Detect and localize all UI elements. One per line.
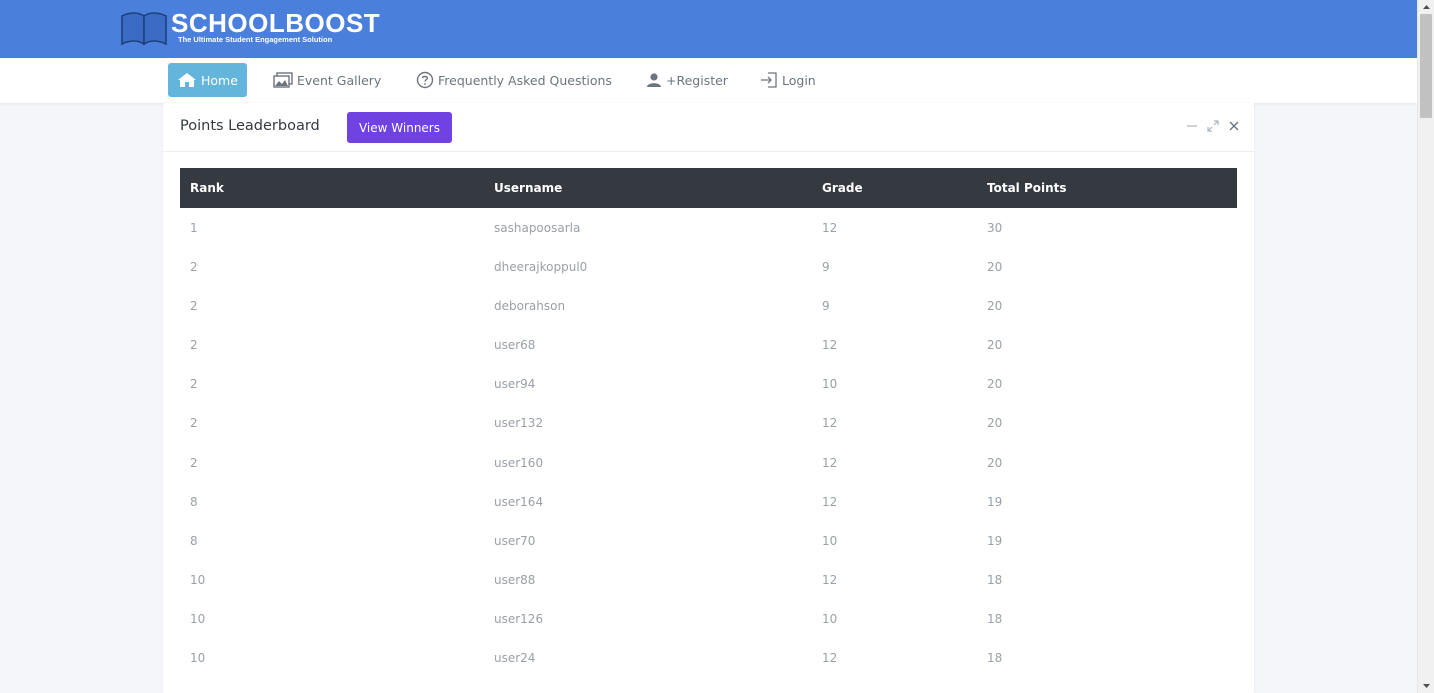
cell-rank: 2 xyxy=(190,299,198,314)
cell-rank: 1 xyxy=(190,221,198,235)
table-row: 8 user70 10 19 xyxy=(180,521,1237,560)
cell-rank: 8 xyxy=(190,494,198,509)
table-row: 2 deborahson 9 20 xyxy=(180,286,1237,325)
cell-grade: 12 xyxy=(822,221,838,235)
cell-points: 20 xyxy=(987,260,1003,275)
cell-username: deborahson xyxy=(494,299,566,314)
expand-icon[interactable] xyxy=(1207,120,1219,132)
minimize-icon[interactable] xyxy=(1186,120,1198,132)
table-header-row: Rank Username Grade Total Points xyxy=(180,168,1237,208)
leaderboard-card: Points Leaderboard View Winners Rank Use… xyxy=(163,103,1254,693)
cell-grade: 9 xyxy=(822,299,830,314)
cell-rank: 10 xyxy=(190,572,206,587)
nav-item-login[interactable]: Login xyxy=(760,63,816,97)
cell-grade: 12 xyxy=(822,338,838,353)
cell-points: 19 xyxy=(987,533,1003,548)
card-tools xyxy=(1186,120,1240,132)
nav-item-register[interactable]: +Register xyxy=(646,63,728,97)
column-header-username[interactable]: Username xyxy=(494,168,562,208)
table-row: 10 user88 12 18 xyxy=(180,560,1237,599)
cell-username: user88 xyxy=(494,572,536,587)
question-circle-icon xyxy=(416,71,434,89)
cell-points: 30 xyxy=(987,221,1003,235)
table-row: 10 user24 12 18 xyxy=(180,638,1237,677)
cell-points: 20 xyxy=(987,299,1003,314)
card-title: Points Leaderboard xyxy=(180,118,320,134)
cell-rank: 2 xyxy=(190,338,198,353)
cell-username: user68 xyxy=(494,338,536,353)
leaderboard-table: Rank Username Grade Total Points 1 sasha… xyxy=(180,168,1237,677)
cell-rank: 2 xyxy=(190,416,198,431)
table-row: 2 user68 12 20 xyxy=(180,325,1237,364)
table-row: 2 user160 12 20 xyxy=(180,443,1237,482)
close-icon[interactable] xyxy=(1228,120,1240,132)
cell-username: user164 xyxy=(494,494,544,509)
nav-item-label: +Register xyxy=(666,72,728,88)
cell-grade: 12 xyxy=(822,572,838,587)
home-icon xyxy=(178,73,196,87)
table-row: 1 sashapoosarla 12 30 xyxy=(180,208,1237,247)
table-row: 8 user164 12 19 xyxy=(180,482,1237,521)
nav-item-label: Event Gallery xyxy=(297,72,382,88)
cell-username: user132 xyxy=(494,416,544,431)
cell-rank: 2 xyxy=(190,455,198,470)
nav-item-label: Home xyxy=(201,72,238,88)
cell-username: user24 xyxy=(494,651,536,666)
page-scrollbar[interactable] xyxy=(1417,0,1434,693)
brand-tagline: The Ultimate Student Engagement Solution xyxy=(178,35,333,44)
table-row: 2 user94 10 20 xyxy=(180,364,1237,403)
cell-username: dheerajkoppul0 xyxy=(494,260,588,275)
cell-username: user160 xyxy=(494,455,544,470)
scroll-up-arrow-icon[interactable] xyxy=(1422,3,1431,12)
cell-points: 20 xyxy=(987,338,1003,353)
nav-item-label: Login xyxy=(782,72,816,88)
sign-in-icon xyxy=(761,72,777,88)
column-header-grade[interactable]: Grade xyxy=(822,168,863,208)
nav-item-home[interactable]: Home xyxy=(168,63,247,97)
cell-username: user94 xyxy=(494,377,536,392)
nav-item-faq[interactable]: Frequently Asked Questions xyxy=(416,63,612,97)
cell-grade: 12 xyxy=(822,455,838,470)
open-book-icon xyxy=(121,12,167,46)
nav-item-event-gallery[interactable]: Event Gallery xyxy=(273,63,381,97)
nav-item-label: Frequently Asked Questions xyxy=(438,72,612,88)
top-header: SCHOOLBOOST The Ultimate Student Engagem… xyxy=(0,0,1417,58)
page: SCHOOLBOOST The Ultimate Student Engagem… xyxy=(0,0,1434,693)
cell-points: 20 xyxy=(987,455,1003,470)
cell-points: 19 xyxy=(987,494,1003,509)
column-header-rank[interactable]: Rank xyxy=(190,168,224,208)
gallery-icon xyxy=(273,72,293,88)
cell-username: user126 xyxy=(494,611,544,626)
cell-points: 18 xyxy=(987,651,1003,666)
cell-rank: 10 xyxy=(190,651,206,666)
cell-points: 18 xyxy=(987,611,1003,626)
cell-grade: 12 xyxy=(822,416,838,431)
cell-points: 20 xyxy=(987,377,1003,392)
cell-rank: 10 xyxy=(190,611,206,626)
scroll-down-arrow-icon[interactable] xyxy=(1422,681,1431,690)
cell-grade: 10 xyxy=(822,377,838,392)
view-winners-button[interactable]: View Winners xyxy=(347,112,452,143)
user-add-icon xyxy=(647,73,661,87)
table-row: 10 user126 10 18 xyxy=(180,599,1237,638)
column-header-total-points[interactable]: Total Points xyxy=(987,168,1067,208)
cell-grade: 12 xyxy=(822,494,838,509)
cell-rank: 2 xyxy=(190,260,198,275)
card-header: Points Leaderboard View Winners xyxy=(163,103,1254,152)
cell-grade: 12 xyxy=(822,651,838,666)
cell-points: 18 xyxy=(987,572,1003,587)
cell-grade: 9 xyxy=(822,260,830,275)
main-nav: Home Event Gallery Frequently Asked Ques… xyxy=(0,58,1417,103)
table-row: 2 user132 12 20 xyxy=(180,403,1237,442)
cell-grade: 10 xyxy=(822,533,838,548)
cell-rank: 8 xyxy=(190,533,198,548)
cell-username: sashapoosarla xyxy=(494,221,581,235)
cell-grade: 10 xyxy=(822,611,838,626)
cell-points: 20 xyxy=(987,416,1003,431)
scrollbar-thumb[interactable] xyxy=(1420,14,1432,118)
cell-username: user70 xyxy=(494,533,536,548)
table-row: 2 dheerajkoppul0 9 20 xyxy=(180,247,1237,286)
cell-rank: 2 xyxy=(190,377,198,392)
